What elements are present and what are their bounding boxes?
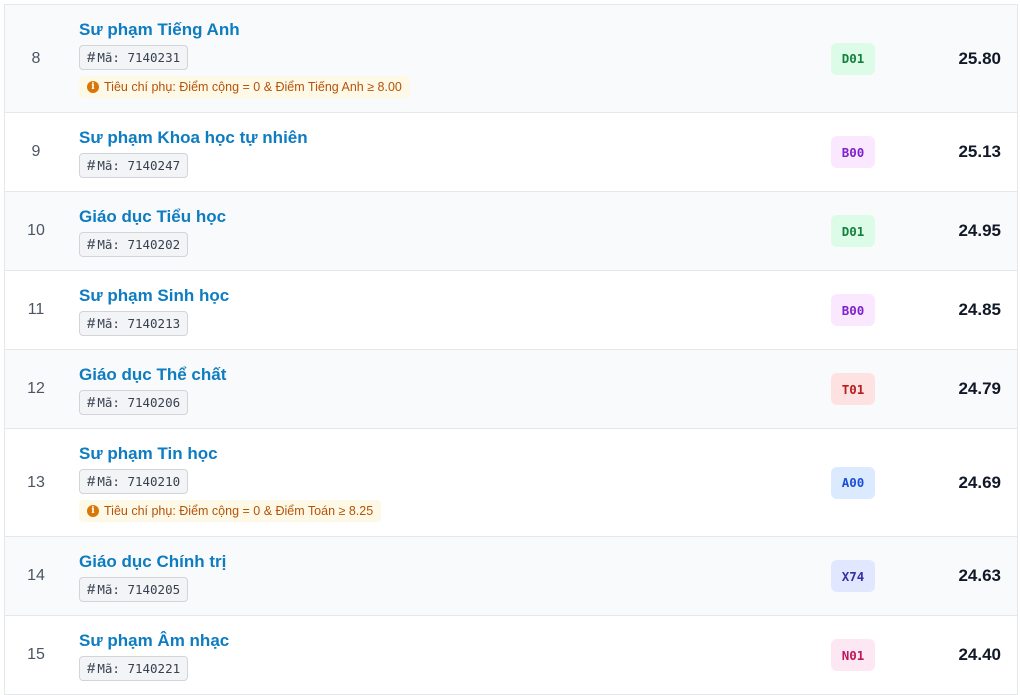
major-code-tag: # Mã: 7140210 (79, 469, 189, 494)
major-info: Giáo dục Chính trị # Mã: 7140205 (67, 541, 793, 612)
major-code: Mã: 7140205 (97, 581, 181, 597)
subject-block-badge: T01 (831, 373, 875, 405)
major-code-tag: # Mã: 7140202 (79, 231, 189, 257)
major-code: Mã: 7140206 (97, 394, 181, 410)
major-name-link[interactable]: Giáo dục Thể chất (79, 364, 226, 386)
hash-icon: # (87, 49, 96, 66)
major-info: Sư phạm Khoa học tự nhiên # Mã: 7140247 (67, 117, 793, 188)
subject-block-badge: B00 (831, 294, 875, 326)
row-index: 9 (31, 143, 41, 160)
benchmark-score: 24.95 (958, 221, 1001, 240)
subject-block-badge: X74 (831, 560, 875, 592)
sub-criterion-note: i Tiêu chí phụ: Điểm cộng = 0 & Điểm Toán… (79, 500, 382, 522)
major-code: Mã: 7140213 (97, 315, 181, 331)
table-row: 15 Sư phạm Âm nhạc # Mã: 7140221 N01 24.4… (4, 616, 1018, 695)
major-name-link[interactable]: Sư phạm Tin học (79, 443, 218, 465)
major-code: Mã: 7140210 (97, 474, 181, 489)
table-row: 13 Sư phạm Tin học # Mã: 7140210 i Tiêu ch… (4, 429, 1018, 537)
hash-icon: # (87, 473, 96, 490)
sub-criterion-note: i Tiêu chí phụ: Điểm cộng = 0 & Điểm Tiến… (79, 76, 410, 98)
major-info: Sư phạm Tin học # Mã: 7140210 i Tiêu chí p… (67, 433, 793, 532)
row-index: 13 (27, 473, 45, 491)
major-code: Mã: 7140221 (97, 660, 181, 676)
row-index: 14 (27, 567, 45, 584)
major-name-link[interactable]: Giáo dục Chính trị (79, 551, 226, 573)
major-info: Sư phạm Sinh học # Mã: 7140213 (67, 275, 793, 346)
major-name-link[interactable]: Giáo dục Tiểu học (79, 206, 226, 228)
benchmark-score: 24.69 (958, 472, 1001, 492)
major-info: Giáo dục Tiểu học # Mã: 7140202 (67, 196, 793, 267)
subject-block-badge: N01 (831, 639, 875, 671)
row-index: 11 (27, 301, 45, 318)
benchmark-score: 25.80 (958, 48, 1001, 68)
major-code-tag: # Mã: 7140206 (79, 389, 189, 415)
hash-icon: # (87, 393, 96, 411)
major-code-tag: # Mã: 7140205 (79, 576, 189, 602)
table-row: 10 Giáo dục Tiểu học # Mã: 7140202 D01 24… (4, 192, 1018, 271)
major-code: Mã: 7140202 (97, 236, 181, 252)
major-code-tag: # Mã: 7140213 (79, 310, 189, 336)
subject-block-badge: B00 (831, 136, 875, 168)
admission-scores-table: 8 Sư phạm Tiếng Anh # Mã: 7140231 i Tiêu c… (4, 4, 1018, 695)
benchmark-score: 24.63 (958, 566, 1001, 585)
major-code: Mã: 7140231 (97, 50, 181, 65)
hash-icon: # (87, 235, 96, 253)
row-index: 15 (27, 646, 45, 663)
major-code-tag: # Mã: 7140231 (79, 45, 189, 70)
table-row: 14 Giáo dục Chính trị # Mã: 7140205 X74 2… (4, 537, 1018, 616)
table-row: 8 Sư phạm Tiếng Anh # Mã: 7140231 i Tiêu c… (4, 5, 1018, 113)
major-name-link[interactable]: Sư phạm Khoa học tự nhiên (79, 127, 308, 149)
info-icon: i (87, 81, 99, 93)
major-info: Sư phạm Âm nhạc # Mã: 7140221 (67, 620, 793, 691)
info-icon: i (87, 505, 99, 517)
table-row: 9 Sư phạm Khoa học tự nhiên # Mã: 7140247… (4, 113, 1018, 192)
row-index: 10 (27, 222, 45, 239)
benchmark-score: 24.40 (958, 645, 1001, 664)
major-info: Giáo dục Thể chất # Mã: 7140206 (67, 354, 793, 425)
table-row: 12 Giáo dục Thể chất # Mã: 7140206 T01 24… (4, 350, 1018, 429)
sub-criterion-text: Tiêu chí phụ: Điểm cộng = 0 & Điểm Toán … (104, 504, 374, 518)
major-code-tag: # Mã: 7140247 (79, 152, 189, 178)
subject-block-badge: D01 (831, 42, 875, 75)
benchmark-score: 24.85 (958, 300, 1001, 319)
major-info: Sư phạm Tiếng Anh # Mã: 7140231 i Tiêu chí… (67, 9, 793, 108)
major-name-link[interactable]: Sư phạm Tiếng Anh (79, 19, 240, 41)
benchmark-score: 25.13 (958, 142, 1001, 161)
subject-block-badge: D01 (831, 215, 875, 247)
subject-block-badge: A00 (831, 466, 875, 499)
sub-criterion-text: Tiêu chí phụ: Điểm cộng = 0 & Điểm Tiếng… (104, 80, 402, 94)
hash-icon: # (87, 580, 96, 598)
row-index: 8 (31, 49, 41, 67)
row-index: 12 (27, 380, 45, 397)
table-row: 11 Sư phạm Sinh học # Mã: 7140213 B00 24.… (4, 271, 1018, 350)
major-code-tag: # Mã: 7140221 (79, 655, 189, 681)
major-name-link[interactable]: Sư phạm Âm nhạc (79, 630, 229, 652)
hash-icon: # (87, 314, 96, 332)
hash-icon: # (87, 156, 96, 174)
major-code: Mã: 7140247 (97, 157, 181, 173)
hash-icon: # (87, 659, 96, 677)
benchmark-score: 24.79 (958, 379, 1001, 398)
major-name-link[interactable]: Sư phạm Sinh học (79, 285, 229, 307)
